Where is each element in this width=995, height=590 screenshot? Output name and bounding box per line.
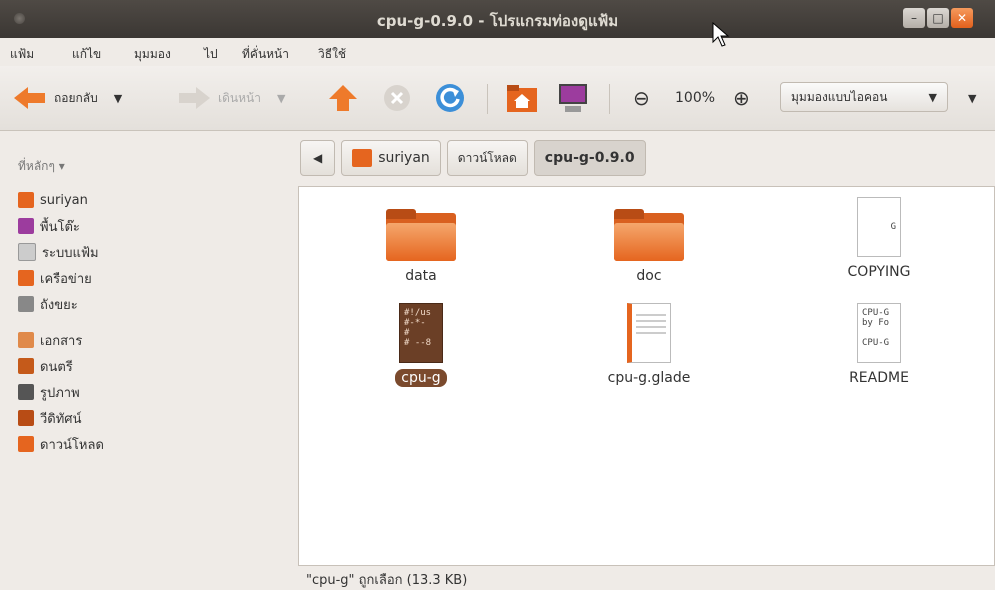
file-name: COPYING (847, 264, 911, 280)
file-name: cpu-g.glade (607, 370, 691, 386)
sidebar-item-videos[interactable]: วีดิทัศน์ (18, 407, 81, 429)
network-icon (18, 270, 34, 286)
breadcrumb: ◀ suriyan ดาวน์โหลด cpu-g-0.9.0 (300, 140, 646, 178)
forward-label: เดินหน้า (218, 90, 261, 105)
text-file-icon: CPU-G by Fo CPU-G (857, 303, 901, 363)
reload-button[interactable] (434, 82, 466, 114)
file-item[interactable]: data (351, 209, 491, 285)
file-item[interactable]: cpu-g.glade (579, 303, 719, 387)
minimize-button[interactable]: – (903, 8, 925, 28)
filesystem-icon (18, 243, 36, 261)
menu-go[interactable]: ไป (204, 45, 218, 64)
sidebar-item-downloads[interactable]: ดาวน์โหลด (18, 433, 104, 455)
breadcrumb-item-current[interactable]: cpu-g-0.9.0 (533, 140, 646, 176)
script-file-icon: #!/us #-*- # # --8 (399, 303, 443, 363)
stop-button[interactable] (382, 82, 412, 114)
zoom-out-button[interactable]: ⊖ (633, 82, 650, 114)
sidebar: ที่หลักๆ ▾ suriyan พื้นโต๊ะ ระบบแฟ้ม เคร… (0, 131, 290, 589)
chevron-left-icon: ◀ (313, 151, 323, 165)
menu-bookmarks[interactable]: ที่คั่นหน้า (242, 45, 289, 64)
computer-icon (559, 84, 587, 112)
file-item[interactable]: G COPYING (809, 197, 949, 281)
file-item[interactable]: doc (579, 209, 719, 285)
home-folder-icon (507, 85, 537, 112)
breadcrumb-item-suriyan[interactable]: suriyan (341, 140, 441, 176)
forward-arrow-icon (179, 87, 210, 109)
sidebar-item-network[interactable]: เครือข่าย (18, 267, 92, 289)
sidebar-item-documents[interactable]: เอกสาร (18, 329, 82, 351)
home-folder-icon (352, 149, 373, 167)
pictures-icon (18, 384, 34, 400)
file-view[interactable]: data doc G COPYING #!/us #-*- # # --8 cp… (298, 186, 995, 566)
mouse-cursor-icon (712, 22, 730, 47)
zoom-in-button[interactable]: ⊕ (733, 82, 750, 114)
back-dropdown-icon[interactable]: ▼ (114, 92, 122, 105)
sidebar-item-desktop[interactable]: พื้นโต๊ะ (18, 215, 80, 237)
downloads-icon (18, 436, 34, 452)
view-mode-label: มุมมองแบบไอคอน (791, 89, 888, 104)
stop-icon (384, 85, 410, 111)
zoom-level[interactable]: 100% (675, 82, 715, 114)
file-name: README (849, 370, 909, 386)
status-text: "cpu-g" ถูกเลือก (13.3 KB) (306, 573, 468, 588)
back-button[interactable]: ถอยกลับ ▼ (12, 82, 122, 114)
menu-help[interactable]: วิธีใช้ (318, 45, 346, 64)
window-title: cpu-g-0.9.0 - โปรแกรมท่องดูแฟ้ม (376, 12, 619, 30)
view-mode-select[interactable]: มุมมองแบบไอคอน ▼ (780, 82, 948, 112)
videos-icon (18, 410, 34, 426)
documents-icon (18, 332, 34, 348)
folder-icon (614, 209, 684, 261)
home-button[interactable] (505, 82, 539, 114)
close-button[interactable]: ✕ (951, 8, 973, 28)
computer-button[interactable] (556, 82, 590, 114)
home-folder-icon (18, 192, 34, 208)
zoom-out-icon: ⊖ (633, 86, 650, 110)
forward-dropdown-icon[interactable]: ▼ (277, 92, 285, 105)
toolbar-overflow-icon[interactable]: ▼ (968, 82, 976, 114)
glade-file-icon (627, 303, 671, 363)
maximize-button[interactable]: □ (927, 8, 949, 28)
desktop-icon (18, 218, 34, 234)
status-bar: "cpu-g" ถูกเลือก (13.3 KB) (298, 566, 995, 589)
menu-view[interactable]: มุมมอง (134, 45, 171, 64)
file-item-selected[interactable]: #!/us #-*- # # --8 cpu-g (351, 303, 491, 387)
reload-icon (436, 84, 464, 112)
breadcrumb-item-downloads[interactable]: ดาวน์โหลด (446, 140, 528, 176)
up-arrow-icon (329, 85, 357, 111)
sidebar-item-filesystem[interactable]: ระบบแฟ้ม (18, 241, 99, 263)
file-name: cpu-g (395, 369, 447, 387)
menu-edit[interactable]: แก้ไข (72, 45, 101, 64)
up-button[interactable] (327, 82, 359, 114)
folder-icon (386, 209, 456, 261)
sidebar-item-suriyan[interactable]: suriyan (18, 189, 88, 211)
toolbar-separator (487, 84, 488, 114)
menu-file[interactable]: แฟ้ม (10, 45, 34, 64)
sidebar-header[interactable]: ที่หลักๆ ▾ (18, 157, 65, 176)
breadcrumb-back-button[interactable]: ◀ (300, 140, 336, 176)
file-item[interactable]: CPU-G by Fo CPU-G README (809, 303, 949, 387)
trash-icon (18, 296, 34, 312)
title-bar: cpu-g-0.9.0 - โปรแกรมท่องดูแฟ้ม – □ ✕ (0, 0, 995, 38)
music-icon (18, 358, 34, 374)
sidebar-item-trash[interactable]: ถังขยะ (18, 293, 78, 315)
back-label: ถอยกลับ (54, 90, 98, 105)
text-file-icon: G (857, 197, 901, 257)
chevron-down-icon: ▼ (928, 90, 937, 104)
forward-button[interactable]: เดินหน้า ▼ (176, 82, 285, 114)
menu-bar: แฟ้ม แก้ไข มุมมอง ไป ที่คั่นหน้า วิธีใช้ (0, 38, 995, 66)
sidebar-item-music[interactable]: ดนตรี (18, 355, 73, 377)
zoom-in-icon: ⊕ (733, 86, 750, 110)
sidebar-item-pictures[interactable]: รูปภาพ (18, 381, 80, 403)
toolbar: ถอยกลับ ▼ เดินหน้า ▼ ⊖ 100% ⊕ มุมมองแบบไ… (0, 66, 995, 131)
file-name: doc (636, 268, 662, 284)
back-arrow-icon (14, 87, 45, 109)
file-name: data (405, 268, 437, 284)
toolbar-separator (609, 84, 610, 114)
